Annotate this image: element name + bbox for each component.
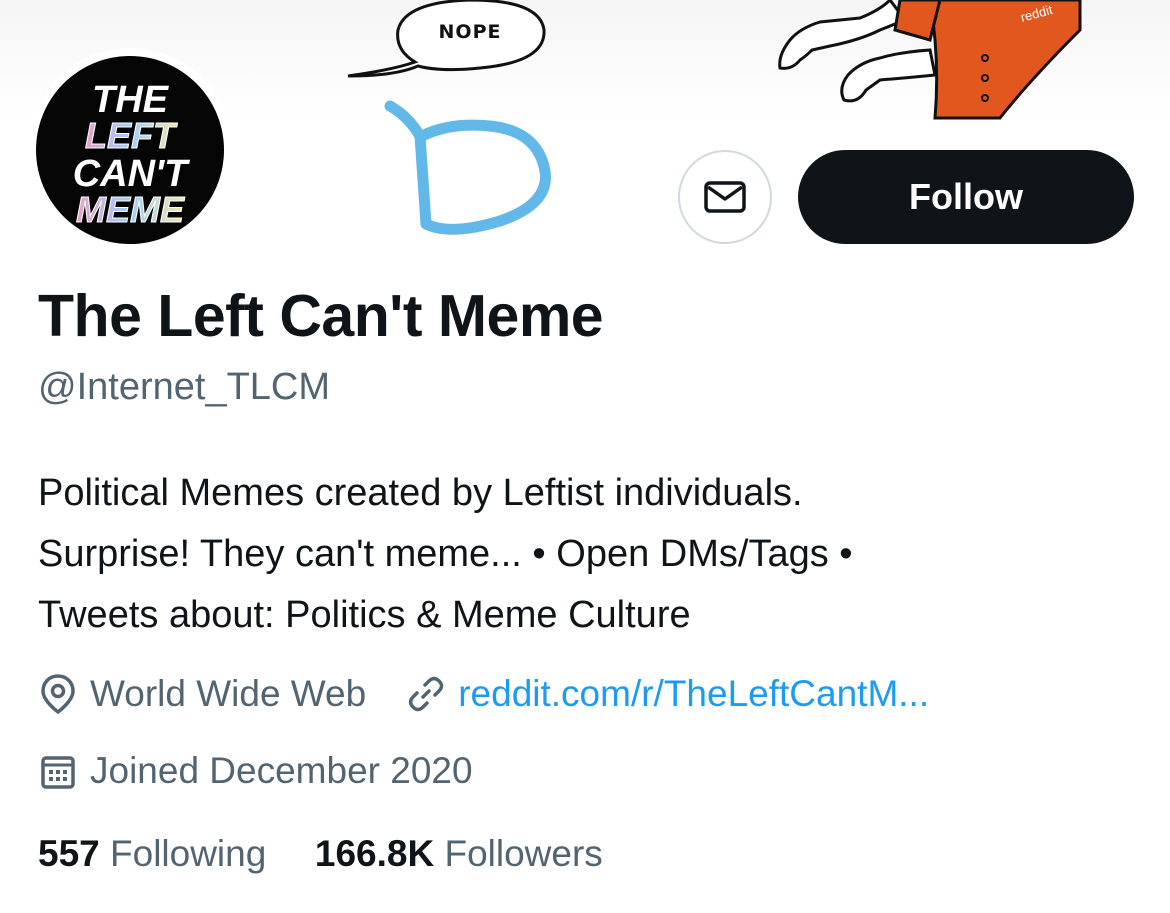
- bio-line: Surprise! They can't meme... • Open DMs/…: [38, 533, 853, 575]
- scribble-annotation: [384, 100, 551, 235]
- message-button[interactable]: [678, 150, 772, 244]
- following-label: Following: [110, 833, 267, 874]
- speech-bubble-text: NOPE: [439, 21, 502, 43]
- following-stat[interactable]: 557 Following: [38, 833, 277, 874]
- calendar-icon: [38, 751, 78, 791]
- display-name: The Left Can't Meme: [38, 283, 604, 349]
- follow-stats: 557 Following 166.8K Followers: [38, 833, 603, 875]
- location-text: World Wide Web: [90, 673, 367, 714]
- avatar-text-meme: MEME: [76, 189, 185, 230]
- bio-line: Tweets about: Politics & Meme Culture: [38, 594, 691, 636]
- followers-stat[interactable]: 166.8K Followers: [315, 833, 603, 874]
- joined-date: Joined December 2020: [90, 750, 473, 791]
- profile-bio: Political Memes created by Leftist indiv…: [38, 463, 1138, 646]
- speech-bubble: NOPE: [347, 0, 546, 78]
- envelope-icon: [704, 181, 746, 213]
- avatar-text-left: LEFT: [85, 115, 178, 156]
- joined-row: Joined December 2020: [38, 749, 473, 793]
- followers-count: 166.8K: [314, 833, 435, 874]
- profile-avatar[interactable]: THE LEFT CAN'T MEME: [28, 48, 232, 252]
- website-link[interactable]: reddit.com/r/TheLeftCantM...: [458, 673, 929, 715]
- follow-button[interactable]: Follow: [798, 150, 1134, 244]
- followers-label: Followers: [444, 833, 603, 874]
- link-icon: [406, 674, 446, 714]
- map-pin-icon: [38, 673, 78, 715]
- user-handle: @Internet_TLCM: [38, 366, 331, 408]
- bio-line: Political Memes created by Leftist indiv…: [38, 472, 803, 514]
- banner-illustration: reddit: [778, 0, 1082, 120]
- following-count: 557: [38, 833, 100, 874]
- profile-meta-row: World Wide Web reddit.com/r/TheLeftCantM…: [38, 672, 929, 716]
